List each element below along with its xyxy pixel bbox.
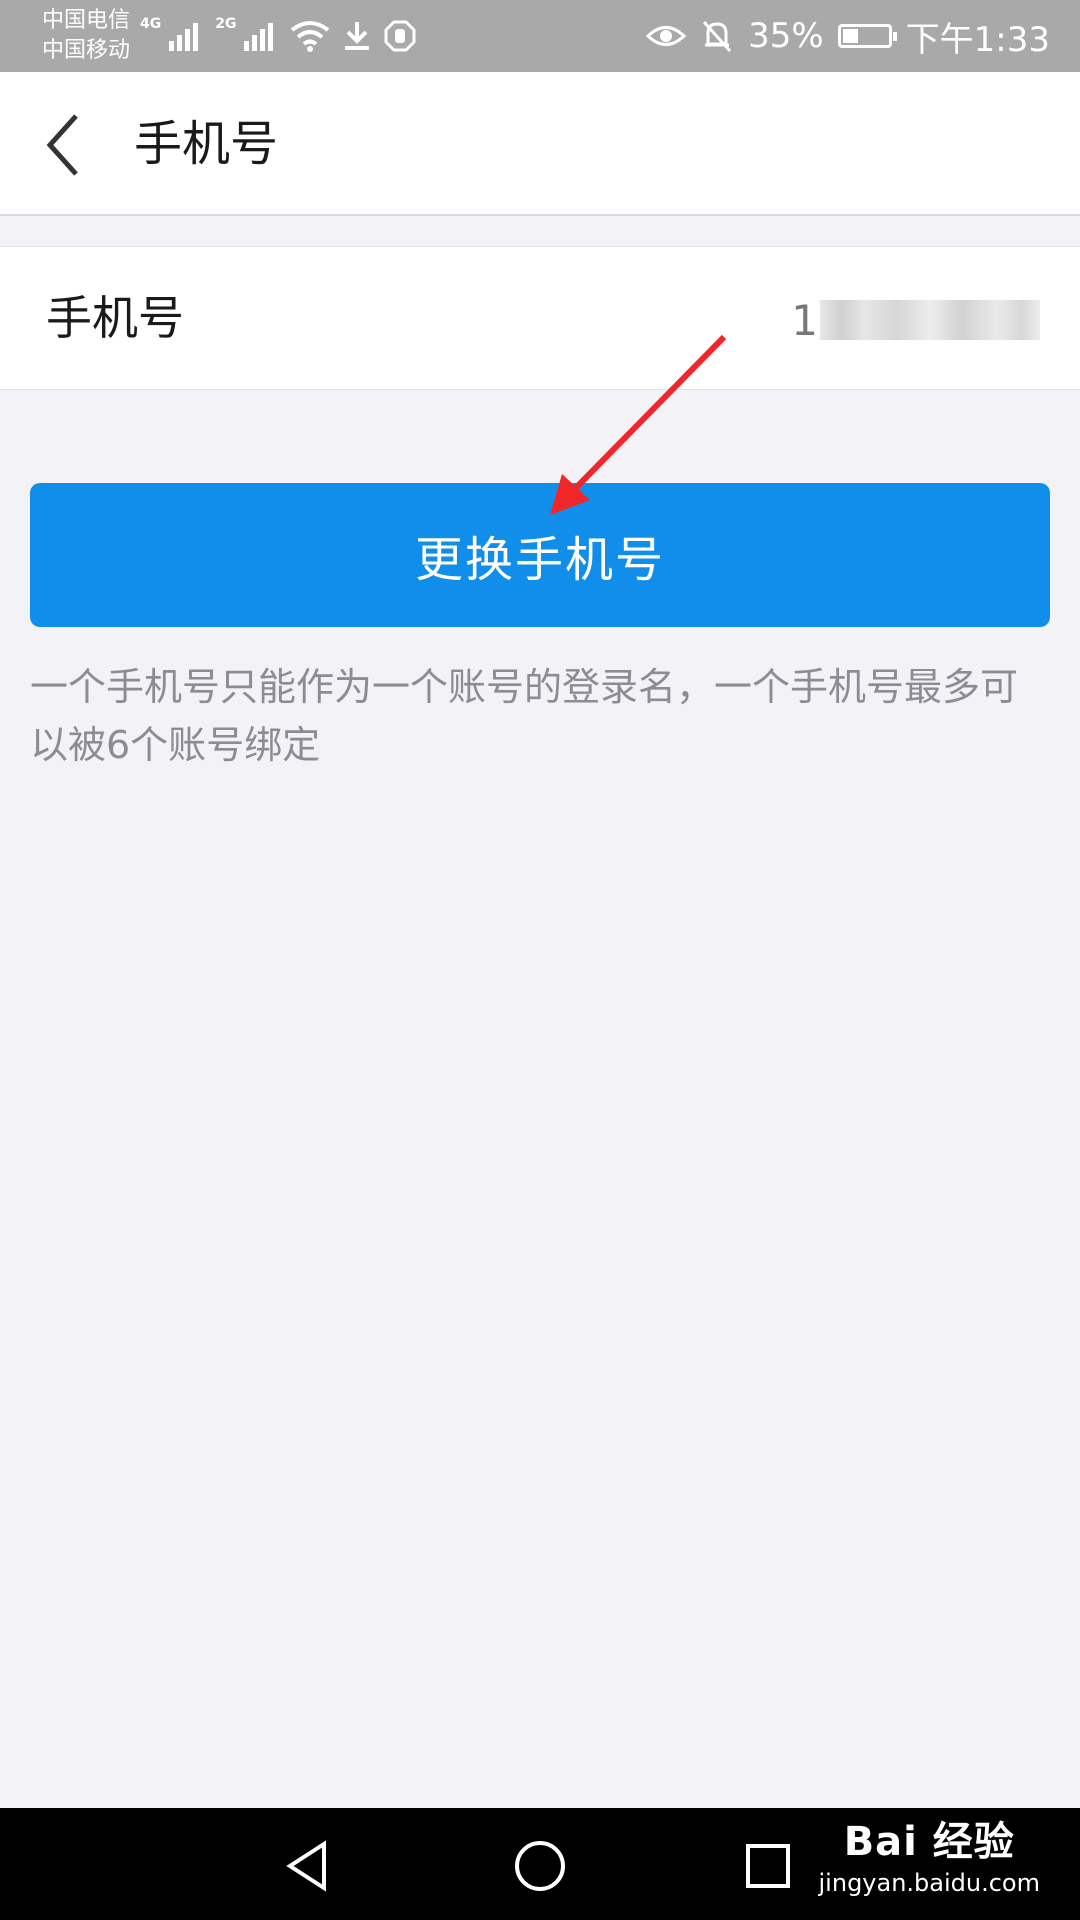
watermark-logo: Bai 经验 xyxy=(843,1819,1015,1865)
phone-number-visible-digit: 1 xyxy=(791,295,818,345)
chevron-left-icon xyxy=(46,114,78,176)
triangle-back-icon xyxy=(286,1840,326,1892)
nav-recents-button[interactable] xyxy=(738,1836,798,1896)
phone-number-redaction xyxy=(820,300,1040,340)
signal-icon xyxy=(169,23,199,51)
status-icons-left: 4G 2G xyxy=(140,14,416,58)
battery-icon xyxy=(837,24,897,48)
download-icon xyxy=(345,22,370,50)
circle-home-icon xyxy=(515,1841,565,1891)
bell-muted-icon xyxy=(702,20,732,53)
eye-comfort-icon xyxy=(646,26,687,46)
wifi-icon xyxy=(291,21,330,52)
network-type-1: 4G xyxy=(140,16,162,32)
back-button[interactable] xyxy=(40,110,96,180)
page-title: 手机号 xyxy=(134,116,279,172)
carrier-names: 中国电信 中国移动 xyxy=(42,6,130,66)
network-type-2: 2G xyxy=(215,16,237,32)
baidu-jingyan-watermark: Bai 经验 jingyan.baidu.com xyxy=(819,1816,1040,1898)
status-bar: 中国电信 中国移动 4G 2G 35% 下午1:33 xyxy=(0,0,1080,72)
status-icons-right: 35% 下午1:33 xyxy=(646,12,1050,60)
phone-number-value: 1 xyxy=(791,295,1040,345)
square-recents-icon xyxy=(746,1844,790,1888)
battery-fill xyxy=(842,29,858,43)
carrier-1: 中国电信 xyxy=(42,8,131,33)
watermark-url: jingyan.baidu.com xyxy=(818,1869,1040,1897)
info-note: 一个手机号只能作为一个账号的登录名，一个手机号最多可以被6个账号绑定 xyxy=(30,665,1019,767)
nav-home-button[interactable] xyxy=(510,1836,570,1896)
change-phone-button[interactable]: 更换手机号 xyxy=(30,483,1050,627)
top-app-bar: 手机号 xyxy=(0,72,1080,216)
app-notification-icon xyxy=(384,20,416,52)
phone-number-row: 手机号 1 xyxy=(0,246,1080,390)
signal-icon xyxy=(244,23,274,51)
clock: 下午1:33 xyxy=(905,19,1050,60)
change-phone-button-label: 更换手机号 xyxy=(414,532,665,588)
battery-percentage: 35% xyxy=(748,16,824,56)
system-navigation-bar: Bai 经验 jingyan.baidu.com xyxy=(0,1808,1080,1920)
nav-back-button[interactable] xyxy=(278,1836,338,1896)
carrier-2: 中国移动 xyxy=(42,38,131,63)
phone-number-label: 手机号 xyxy=(46,291,184,345)
